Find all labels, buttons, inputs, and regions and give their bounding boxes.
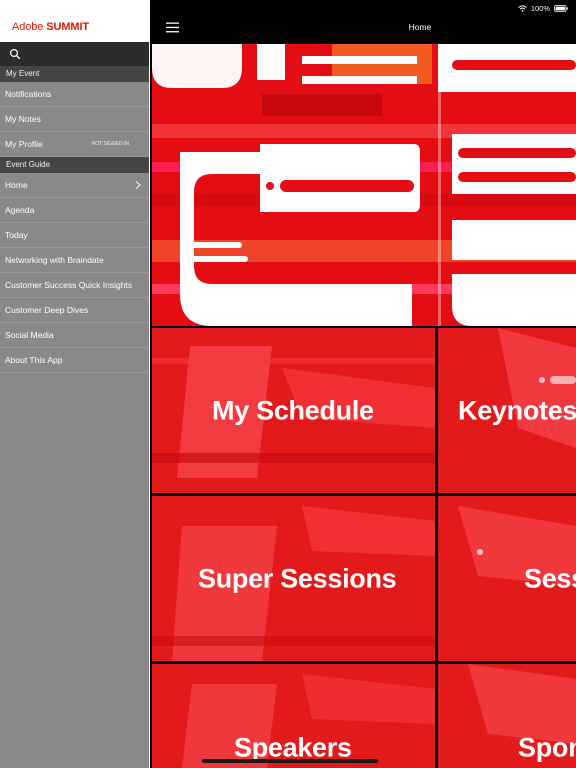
tile-speakers[interactable]: Speakers (152, 664, 435, 768)
tile-label: Spon (518, 732, 576, 763)
sidebar-item-my-profile[interactable]: My Profile NOT SIGNED IN (0, 132, 149, 157)
tile-sponsors[interactable]: Spon (438, 664, 576, 768)
wifi-icon (518, 4, 527, 12)
chevron-right-icon (135, 181, 141, 189)
home-indicator[interactable] (202, 759, 378, 763)
tile-keynotes[interactable]: Keynotes (438, 328, 576, 493)
section-header-my-event: My Event (0, 66, 149, 82)
tile-label: My Schedule (212, 395, 374, 425)
hero-banner (152, 44, 576, 326)
sidebar-item-label: Networking with Braindate (5, 255, 104, 265)
tile-my-schedule[interactable]: My Schedule (152, 328, 435, 493)
sidebar-item-social-media[interactable]: Social Media (0, 323, 149, 348)
sidebar-item-label: My Profile (5, 139, 43, 149)
page-title: Home (408, 22, 432, 32)
menu-icon[interactable] (166, 22, 179, 33)
sidebar-item-today[interactable]: Today (0, 223, 149, 248)
tile-label: Super Sessions (198, 563, 397, 593)
sidebar-item-notifications[interactable]: Notifications (0, 82, 149, 107)
search-bar[interactable] (0, 42, 149, 66)
logo-bold: SUMMIT (46, 21, 90, 33)
sidebar-item-label: Today (5, 230, 28, 240)
sidebar-item-quick-insights[interactable]: Customer Success Quick Insights (0, 273, 149, 298)
section-header-event-guide: Event Guide (0, 157, 149, 173)
sidebar-header: Adobe SUMMIT (0, 0, 149, 42)
search-icon (9, 48, 21, 60)
hero-artwork (152, 44, 576, 326)
app-logo: Adobe SUMMIT (12, 21, 89, 33)
tile-label: Sess (524, 563, 576, 593)
sidebar-item-label: Notifications (5, 89, 52, 99)
sidebar-item-label: Customer Deep Dives (5, 305, 89, 315)
sidebar-item-braindate[interactable]: Networking with Braindate (0, 248, 149, 273)
tile-super-sessions[interactable]: Super Sessions (152, 496, 435, 661)
main-content: 100% Home My Schedule Keynotes Super Ses… (150, 0, 576, 768)
logo-regular: Adobe (12, 21, 47, 33)
battery-percent: 100% (530, 3, 550, 13)
sidebar-item-about[interactable]: About This App (0, 348, 149, 373)
sidebar: Adobe SUMMIT My Event Notifications My N… (0, 0, 149, 768)
sidebar-item-label: My Notes (5, 114, 41, 124)
sidebar-item-label: About This App (5, 355, 63, 365)
battery-icon (554, 4, 568, 12)
sidebar-item-home[interactable]: Home (0, 173, 149, 198)
sidebar-item-agenda[interactable]: Agenda (0, 198, 149, 223)
sidebar-item-label: Home (5, 180, 28, 190)
sidebar-item-label: Customer Success Quick Insights (5, 280, 133, 290)
tile-label: Keynotes (458, 395, 576, 425)
tile-sessions[interactable]: Sess (438, 496, 576, 661)
sign-in-status: NOT SIGNED IN (91, 141, 129, 147)
sidebar-item-deep-dives[interactable]: Customer Deep Dives (0, 298, 149, 323)
sidebar-item-label: Agenda (5, 205, 35, 215)
status-bar: 100% (518, 2, 568, 14)
sidebar-item-label: Social Media (5, 330, 54, 340)
sidebar-item-my-notes[interactable]: My Notes (0, 107, 149, 132)
